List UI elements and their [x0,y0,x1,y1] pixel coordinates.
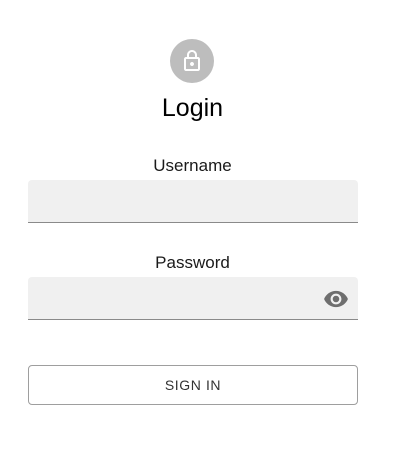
toggle-password-visibility-button[interactable] [322,285,350,313]
lock-icon [180,49,204,73]
password-input[interactable] [28,277,358,319]
eye-icon [323,286,349,312]
page-title: Login [161,94,224,122]
username-field-container[interactable] [28,180,358,223]
avatar [170,39,214,83]
sign-in-button[interactable]: SIGN IN [28,365,358,405]
password-label: Password [155,253,230,272]
username-label: Username [153,156,232,175]
username-input[interactable] [28,180,358,222]
password-field-container[interactable] [28,277,358,320]
